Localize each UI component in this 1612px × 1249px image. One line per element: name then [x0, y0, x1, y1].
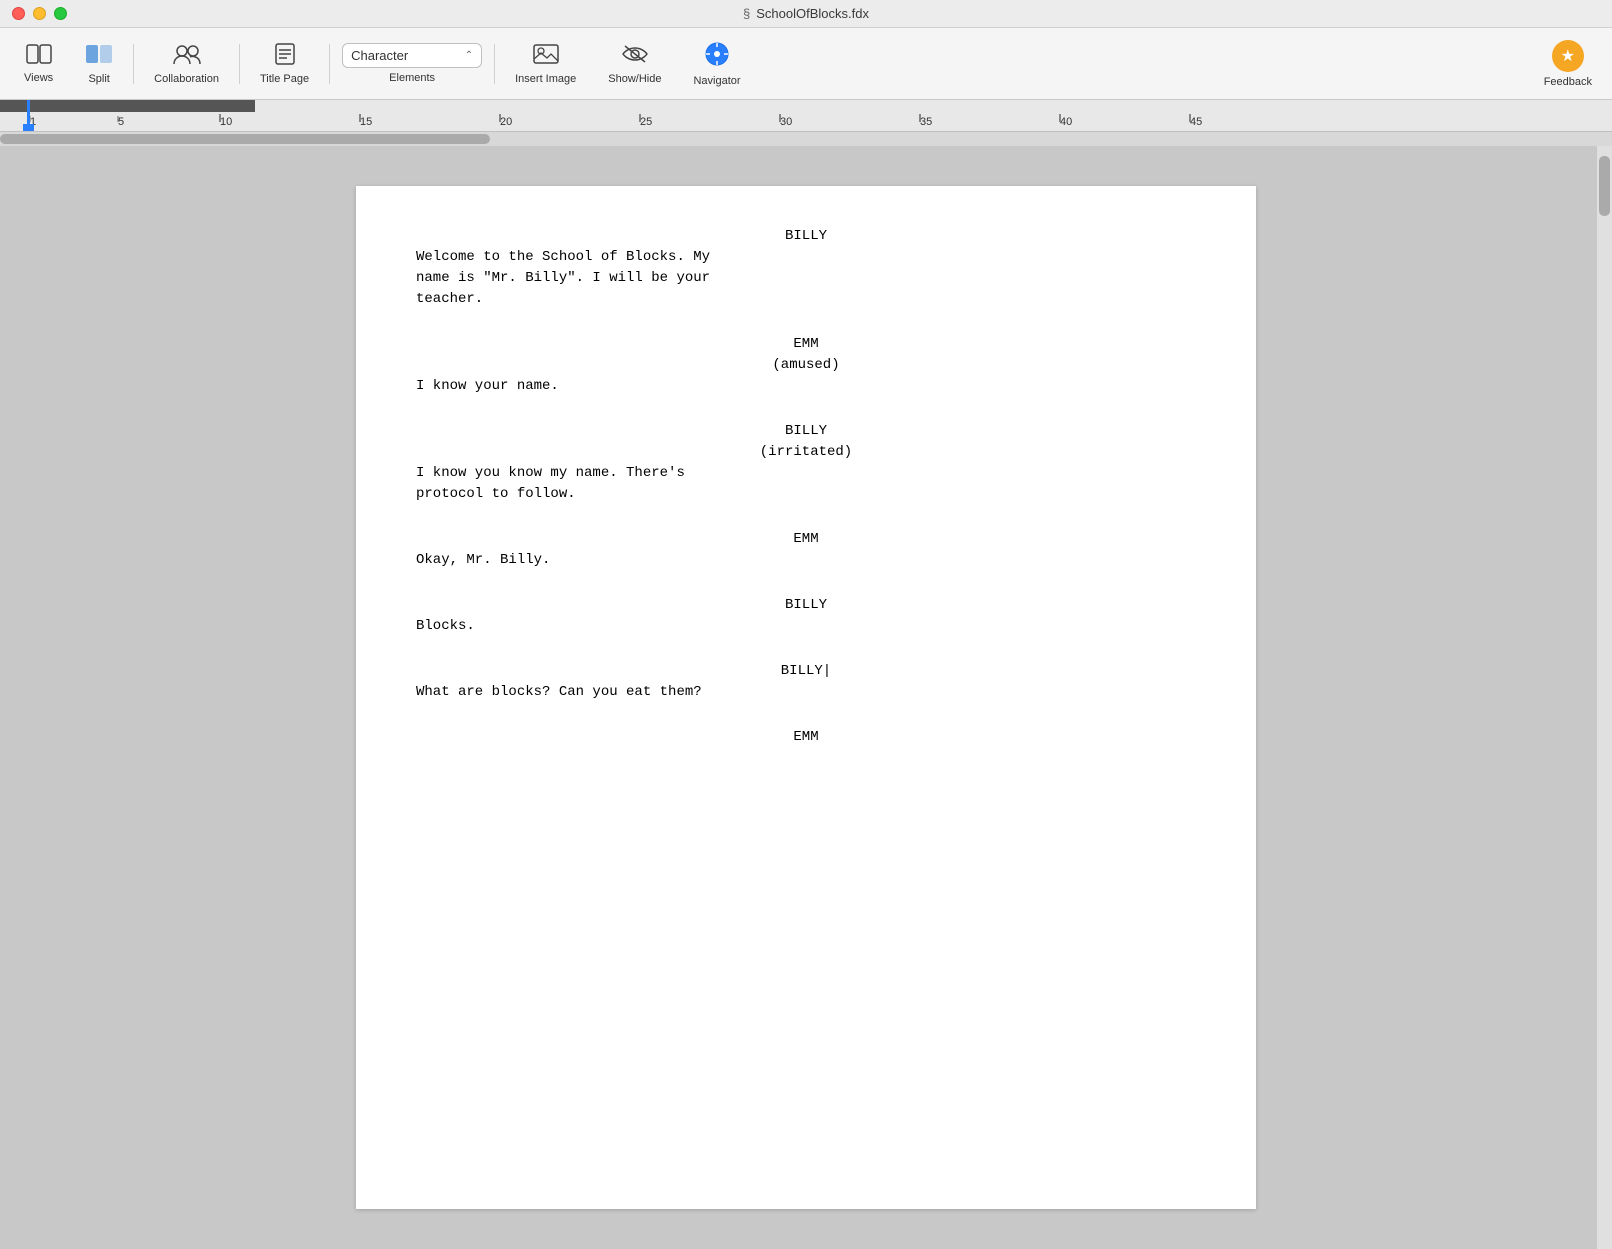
scene-7: EMM — [416, 727, 1196, 748]
maximize-button[interactable] — [54, 7, 67, 20]
dialogue-emm-2: Okay, Mr. Billy. — [416, 550, 1196, 571]
collaboration-button[interactable]: Collaboration — [138, 37, 235, 91]
horizontal-scrollbar[interactable] — [0, 132, 1612, 146]
dialogue-billy-3: Blocks. — [416, 616, 1196, 637]
dialogue-emm-1: I know your name. — [416, 376, 1196, 397]
toolbar-divider-2 — [239, 44, 240, 84]
views-label: Views — [24, 72, 53, 84]
scene-1: BILLY Welcome to the School of Blocks. M… — [416, 226, 1196, 310]
navigator-button[interactable]: Navigator — [677, 35, 756, 93]
ruler-svg: 1 5 10 15 20 25 30 35 40 45 — [0, 100, 1612, 132]
parenthetical-amused: (amused) — [416, 355, 1196, 376]
parenthetical-irritated: (irritated) — [416, 442, 1196, 463]
scene-3: BILLY (irritated) I know you know my nam… — [416, 421, 1196, 505]
feedback-label: Feedback — [1544, 76, 1592, 88]
collaboration-icon — [172, 43, 202, 69]
vertical-scrollbar[interactable] — [1597, 146, 1612, 1249]
insert-image-button[interactable]: Insert Image — [499, 37, 592, 91]
close-button[interactable] — [12, 7, 25, 20]
navigator-icon — [704, 41, 730, 71]
character-name-billy-1: BILLY — [416, 226, 1196, 247]
feedback-star-icon: ★ — [1552, 40, 1584, 72]
character-name-emm-1: EMM — [416, 334, 1196, 355]
svg-text:45: 45 — [1190, 116, 1202, 128]
elements-select[interactable]: Character ⌃ — [342, 43, 482, 68]
svg-text:25: 25 — [640, 116, 652, 128]
title-page-label: Title Page — [260, 73, 309, 85]
traffic-lights — [12, 7, 67, 20]
character-name-billy-3: BILLY — [416, 595, 1196, 616]
svg-text:10: 10 — [220, 116, 232, 128]
split-button[interactable]: Split — [69, 37, 129, 91]
title-bar: § SchoolOfBlocks.fdx — [0, 0, 1612, 28]
file-icon: § — [743, 6, 750, 21]
dialogue-billy-2: I know you know my name. There'sprotocol… — [416, 463, 1196, 505]
character-name-emm-3: EMM — [416, 727, 1196, 748]
window-title: § SchoolOfBlocks.fdx — [743, 6, 869, 21]
elements-dropdown[interactable]: Character ⌃ Elements — [334, 37, 490, 90]
scene-4: EMM Okay, Mr. Billy. — [416, 529, 1196, 571]
svg-text:35: 35 — [920, 116, 932, 128]
scrollbar-thumb[interactable] — [0, 134, 490, 144]
feedback-button[interactable]: ★ Feedback — [1532, 34, 1604, 94]
views-icon — [26, 44, 52, 68]
document-page: BILLY Welcome to the School of Blocks. M… — [356, 186, 1256, 1209]
dialogue-billy-4: What are blocks? Can you eat them? — [416, 682, 1196, 703]
show-hide-icon — [621, 43, 649, 69]
toolbar-divider-1 — [133, 44, 134, 84]
elements-label: Elements — [389, 72, 435, 84]
toolbar-divider-4 — [494, 44, 495, 84]
character-name-billy-4: BILLY| — [416, 661, 1196, 682]
insert-image-icon — [533, 43, 559, 69]
screenplay-content[interactable]: BILLY Welcome to the School of Blocks. M… — [416, 226, 1196, 748]
scene-5: BILLY Blocks. — [416, 595, 1196, 637]
character-name-billy-2: BILLY — [416, 421, 1196, 442]
character-name-emm-2: EMM — [416, 529, 1196, 550]
split-icon — [85, 43, 113, 69]
svg-text:40: 40 — [1060, 116, 1072, 128]
views-button[interactable]: Views — [8, 38, 69, 90]
minimize-button[interactable] — [33, 7, 46, 20]
toolbar-divider-3 — [329, 44, 330, 84]
toolbar: Views Split Collabor — [0, 28, 1612, 100]
svg-text:15: 15 — [360, 116, 372, 128]
title-page-icon — [274, 43, 296, 69]
dialogue-billy-1: Welcome to the School of Blocks. Myname … — [416, 247, 1196, 310]
title-page-button[interactable]: Title Page — [244, 37, 325, 91]
scene-6: BILLY| What are blocks? Can you eat them… — [416, 661, 1196, 703]
chevron-down-icon: ⌃ — [465, 50, 473, 61]
insert-image-label: Insert Image — [515, 73, 576, 85]
show-hide-button[interactable]: Show/Hide — [592, 37, 677, 91]
file-name: SchoolOfBlocks.fdx — [756, 6, 869, 21]
elements-value: Character — [351, 48, 461, 63]
split-label: Split — [88, 73, 109, 85]
navigator-label: Navigator — [693, 75, 740, 87]
scene-2: EMM (amused) I know your name. — [416, 334, 1196, 397]
content-area: BILLY Welcome to the School of Blocks. M… — [0, 146, 1612, 1249]
ruler: 1 5 10 15 20 25 30 35 40 45 — [0, 100, 1612, 132]
collaboration-label: Collaboration — [154, 73, 219, 85]
v-scrollbar-thumb[interactable] — [1599, 156, 1610, 216]
svg-text:5: 5 — [118, 116, 124, 128]
svg-text:20: 20 — [500, 116, 512, 128]
show-hide-label: Show/Hide — [608, 73, 661, 85]
svg-text:30: 30 — [780, 116, 792, 128]
